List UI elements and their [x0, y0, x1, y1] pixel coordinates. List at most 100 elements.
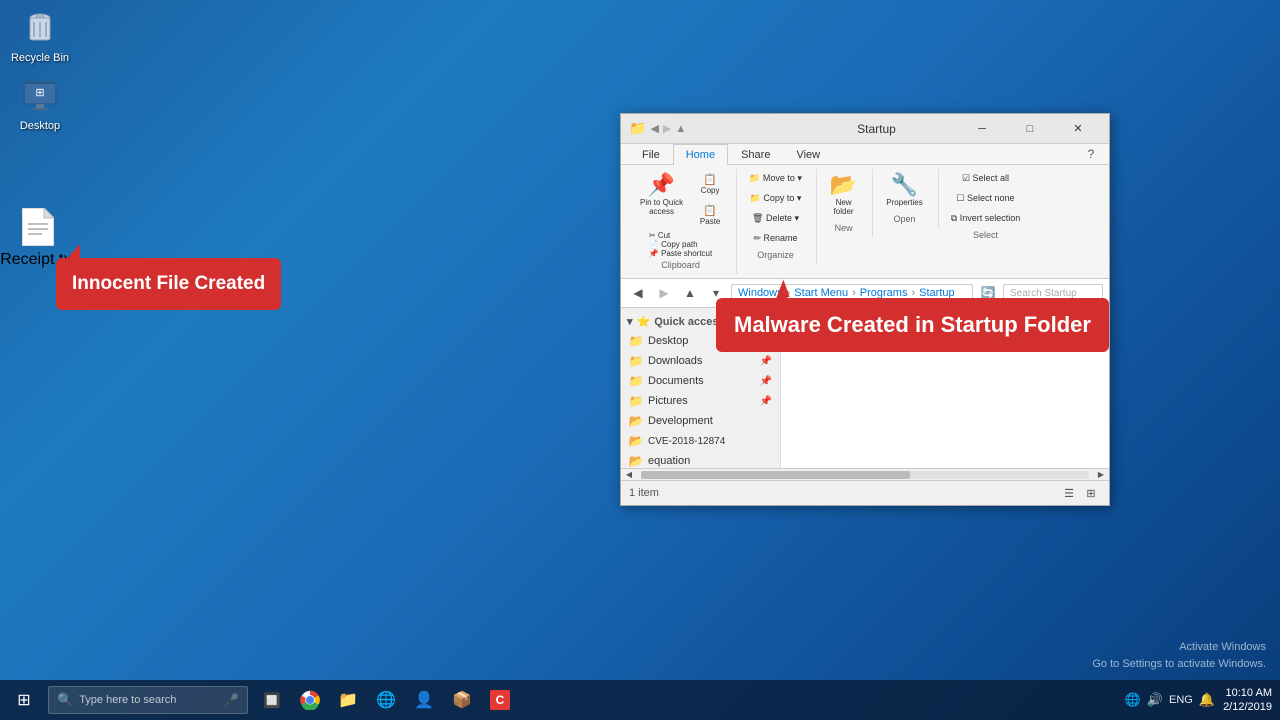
quick-access-label: Quick access: [654, 316, 724, 328]
copy-path-label: 📄 Copy path: [649, 240, 712, 249]
innocent-file-callout: Innocent File Created: [56, 258, 281, 310]
ribbon-select-group: ☑ Select all ☐ Select none ⧉ Invert sele…: [941, 169, 1034, 244]
recycle-bin-label: Recycle Bin: [11, 52, 69, 64]
copy-button[interactable]: 📋 Copy: [692, 169, 728, 199]
battery-icon[interactable]: ENG: [1169, 694, 1193, 706]
properties-label: Properties: [886, 198, 922, 207]
network-tray-icon[interactable]: 🌐: [1125, 692, 1141, 708]
copy-to-label: 📁 Copy to ▾: [750, 193, 802, 204]
minimize-button[interactable]: ─: [959, 114, 1005, 144]
forward-button[interactable]: ▶: [653, 282, 675, 304]
notifications-icon[interactable]: 🔔: [1199, 692, 1215, 708]
sidebar-item-downloads[interactable]: 📁 Downloads 📌: [621, 351, 780, 371]
quick-access-star-icon: ⭐: [637, 315, 651, 328]
scroll-thumb[interactable]: [641, 471, 910, 479]
view-grid-button[interactable]: ⊞: [1081, 483, 1101, 503]
title-bar-nav-up[interactable]: ▲: [675, 123, 686, 135]
title-bar-left: 📁 ◀ ▶ ▲: [629, 120, 794, 137]
select-none-button[interactable]: ☐ Select none: [945, 189, 1026, 208]
title-bar-nav-back[interactable]: ◀: [650, 122, 658, 135]
start-button[interactable]: ⊞: [0, 680, 48, 720]
view-list-button[interactable]: ☰: [1059, 483, 1079, 503]
ribbon-tabs: File Home Share View ?: [621, 144, 1109, 165]
system-clock[interactable]: 10:10 AM 2/12/2019: [1223, 686, 1272, 715]
sidebar-item-documents[interactable]: 📁 Documents 📌: [621, 371, 780, 391]
cut-label: ✂ Cut: [649, 231, 712, 240]
maximize-button[interactable]: □: [1007, 114, 1053, 144]
new-folder-icon: 📂: [830, 174, 857, 196]
title-bar: 📁 ◀ ▶ ▲ Startup ─ □ ✕: [621, 114, 1109, 144]
pin-icon-documents: 📌: [760, 376, 772, 387]
quick-access-expand-icon: ▾: [627, 315, 633, 328]
select-buttons: ☑ Select all ☐ Select none ⧉ Invert sele…: [945, 169, 1026, 228]
sidebar-item-development[interactable]: 📂 Development: [621, 411, 780, 431]
new-folder-button[interactable]: 📂 Newfolder: [823, 169, 864, 221]
title-bar-nav-fwd[interactable]: ▶: [663, 122, 671, 135]
select-all-button[interactable]: ☑ Select all: [945, 169, 1026, 188]
taskbar-icons: 🔲 📁 🌐 👤 📦 C: [254, 680, 518, 720]
move-to-button[interactable]: 📁 Move to ▾: [743, 169, 808, 188]
ribbon-clipboard-buttons: 📌 Pin to Quickaccess 📋 Copy 📋 Paste: [633, 169, 728, 230]
folder-icon-desktop: 📁: [629, 334, 643, 348]
edge-icon[interactable]: 🌐: [368, 680, 404, 720]
tab-view[interactable]: View: [783, 144, 833, 165]
store-icon[interactable]: 👤: [406, 680, 442, 720]
title-bar-controls: ─ □ ✕: [959, 114, 1101, 144]
properties-icon: 🔧: [891, 174, 918, 196]
desktop: Recycle Bin ⊞ Desktop Receipt.txt: [0, 0, 1280, 720]
copy-to-button[interactable]: 📁 Copy to ▾: [743, 189, 808, 208]
chrome-icon[interactable]: [292, 680, 328, 720]
recycle-bin-icon[interactable]: Recycle Bin: [4, 4, 76, 68]
sidebar-item-equation[interactable]: 📂 equation: [621, 451, 780, 468]
ribbon-organize-group: 📁 Move to ▾ 📁 Copy to ▾ 🗑 Delete ▾ ✏ Ren…: [739, 169, 817, 264]
organize-buttons: 📁 Move to ▾ 📁 Copy to ▾ 🗑 Delete ▾ ✏ Ren…: [743, 169, 808, 248]
taskbar-search[interactable]: 🔍 Type here to search 🎤: [48, 686, 248, 714]
task-view-button[interactable]: 🔲: [254, 680, 290, 720]
tab-share[interactable]: Share: [728, 144, 783, 165]
invert-selection-button[interactable]: ⧉ Invert selection: [945, 209, 1026, 228]
scroll-right-arrow[interactable]: ▶: [1093, 469, 1109, 481]
pin-to-quick-button[interactable]: 📌 Pin to Quickaccess: [633, 169, 690, 230]
scroll-track[interactable]: [641, 471, 1089, 479]
tab-home[interactable]: Home: [673, 144, 728, 165]
volume-icon[interactable]: 🔊: [1147, 692, 1163, 708]
ribbon-new-group: 📂 Newfolder New: [819, 169, 873, 237]
malware-label: Malware Created in Startup Folder: [716, 298, 1109, 352]
pin-icon-pictures: 📌: [760, 396, 772, 407]
select-none-label: ☐ Select none: [956, 193, 1014, 204]
app-icon-red[interactable]: C: [482, 680, 518, 720]
close-button[interactable]: ✕: [1055, 114, 1101, 144]
select-group-label: Select: [973, 230, 998, 240]
sidebar-item-pictures[interactable]: 📁 Pictures 📌: [621, 391, 780, 411]
activate-windows-notice: Activate Windows Go to Settings to activ…: [1092, 639, 1266, 672]
horizontal-scrollbar[interactable]: ◀ ▶: [621, 468, 1109, 480]
clock-time: 10:10 AM: [1223, 686, 1272, 700]
sidebar-item-cve[interactable]: 📂 CVE-2018-12874: [621, 431, 780, 451]
tab-file[interactable]: File: [629, 144, 673, 165]
copy-paste-group: 📋 Copy 📋 Paste: [692, 169, 728, 230]
clipboard-group-label: Clipboard: [661, 260, 700, 270]
taskbar: ⊞ 🔍 Type here to search 🎤 🔲 📁 🌐 👤: [0, 680, 1280, 720]
rename-button[interactable]: ✏ Rename: [743, 229, 808, 248]
file-explorer-icon[interactable]: 📁: [330, 680, 366, 720]
up-button[interactable]: ▲: [679, 282, 701, 304]
desktop-icon-label: Desktop: [20, 120, 60, 132]
scroll-left-arrow[interactable]: ◀: [621, 469, 637, 481]
paste-label: Paste: [700, 217, 720, 226]
delete-button[interactable]: 🗑 Delete ▾: [743, 209, 808, 228]
back-button[interactable]: ◀: [627, 282, 649, 304]
sidebar-desktop-label: Desktop: [648, 335, 688, 347]
clock-date: 2/12/2019: [1223, 700, 1272, 714]
ribbon-help-button[interactable]: ?: [1081, 144, 1101, 164]
paste-icon: 📋: [703, 204, 717, 217]
desktop-icon[interactable]: ⊞ Desktop: [4, 72, 76, 136]
sidebar-pictures-label: Pictures: [648, 395, 688, 407]
folder-icon-cve: 📂: [629, 434, 643, 448]
pin-icon: 📌: [648, 174, 675, 196]
folder-icon-downloads: 📁: [629, 354, 643, 368]
paste-button[interactable]: 📋 Paste: [692, 200, 728, 230]
paste-shortcut-label: 📌 Paste shortcut: [649, 249, 712, 258]
properties-button[interactable]: 🔧 Properties: [879, 169, 929, 212]
mail-icon[interactable]: 📦: [444, 680, 480, 720]
copy-icon: 📋: [703, 173, 717, 186]
